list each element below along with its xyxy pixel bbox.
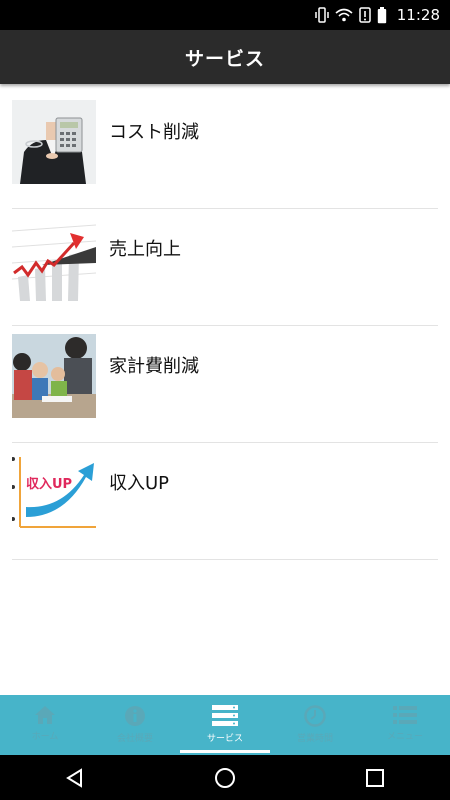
tab-label: サービス — [206, 734, 243, 744]
system-nav-bar — [0, 755, 450, 800]
vibrate-icon — [315, 7, 329, 23]
service-label: 売上向上 — [109, 239, 181, 260]
back-icon — [66, 767, 82, 788]
back-button[interactable] — [45, 755, 105, 800]
tab-menu[interactable]: メニュー — [360, 695, 450, 755]
list-item-cost-reduction[interactable]: コスト削減 — [12, 92, 438, 209]
wifi-icon — [335, 8, 353, 22]
income-up-image-text: 収入UP — [26, 477, 72, 492]
battery-icon — [377, 6, 386, 23]
businesswoman-calculator-image — [12, 100, 96, 184]
home-button[interactable] — [195, 755, 255, 800]
recents-button[interactable] — [345, 755, 405, 800]
service-label: コスト削減 — [109, 122, 199, 143]
list-item-household-cost[interactable]: 家計費削減 — [12, 326, 438, 443]
page-title: サービス — [184, 47, 265, 70]
tab-company-info[interactable]: 会社概要 — [90, 695, 180, 755]
income-up-image: 収入UP — [12, 451, 96, 535]
status-icons: 11:28 — [315, 0, 440, 30]
home-icon — [35, 706, 55, 724]
tab-business-hours[interactable]: 営業時間 — [270, 695, 360, 755]
recents-icon — [366, 768, 384, 787]
info-icon — [125, 706, 145, 726]
list-item-sales-increase[interactable]: 売上向上 — [12, 209, 438, 326]
clock-icon — [304, 705, 326, 727]
tab-services[interactable]: サービス — [180, 695, 270, 755]
services-icon — [212, 705, 238, 726]
status-time: 11:28 — [396, 6, 440, 24]
tab-label: 営業時間 — [296, 734, 333, 744]
rising-graph-image — [12, 217, 96, 301]
tab-home[interactable]: ホーム — [0, 695, 90, 755]
app-bar: サービス — [0, 30, 450, 84]
tab-label: 会社概要 — [116, 734, 153, 744]
menu-icon — [393, 706, 417, 724]
active-tab-indicator — [180, 750, 270, 753]
service-label: 家計費削減 — [109, 356, 199, 377]
services-list: コスト削減 売上向上 家計費削減 収入UP 収入UP — [12, 92, 438, 560]
home-circle-icon — [215, 767, 235, 788]
tab-label: メニュー — [386, 732, 423, 742]
alert-icon — [359, 7, 371, 23]
tab-label: ホーム — [31, 732, 59, 742]
family-photo-image — [12, 334, 96, 418]
status-bar: 11:28 — [0, 0, 450, 30]
list-item-income-up[interactable]: 収入UP 収入UP — [12, 443, 438, 560]
service-label: 収入UP — [109, 473, 170, 494]
tab-bar: ホーム 会社概要 サービス 営業時間 メニュー — [0, 695, 450, 755]
